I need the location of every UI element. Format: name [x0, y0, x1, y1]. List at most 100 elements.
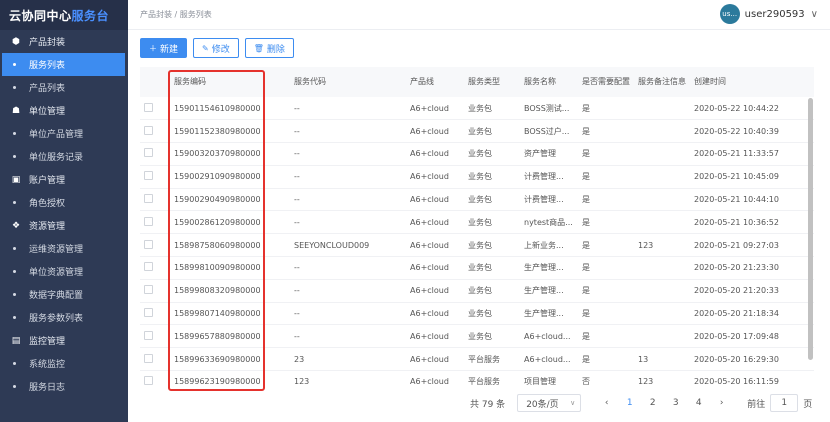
table-cell: A6+cloud: [406, 233, 464, 258]
table-cell: 15901152380980000: [170, 119, 290, 144]
table-cell: A6+cloud...: [520, 324, 578, 349]
table-row[interactable]: 15899807140980000 -- A6+cloud 业务包 生产管理... 是 20…: [140, 302, 814, 326]
sidebar-item-label: 服务列表: [29, 61, 66, 71]
table-cell: 生产管理...: [520, 256, 578, 280]
table-row[interactable]: 15899657880980000 -- A6+cloud 业务包 A6+cloud..…: [140, 324, 814, 349]
table-cell: A6+cloud: [406, 165, 464, 189]
account-icon: ▣: [11, 174, 21, 185]
sidebar-item-11[interactable]: 数据字典配置: [0, 283, 128, 306]
user-menu[interactable]: us... user290593 ∨: [719, 4, 818, 24]
row-checkbox-cell[interactable]: [140, 119, 170, 144]
row-checkbox[interactable]: [144, 330, 153, 340]
table-row[interactable]: 15901154610980000 -- A6+cloud 业务包 BOSS测试... 是…: [140, 97, 814, 121]
sidebar-group-6[interactable]: ▣ 账户管理: [0, 168, 128, 191]
sidebar-item-14[interactable]: 系统监控: [0, 352, 128, 375]
row-checkbox-cell[interactable]: [140, 210, 170, 235]
row-checkbox[interactable]: [144, 194, 153, 204]
sidebar-item-7[interactable]: 角色授权: [0, 191, 128, 214]
row-checkbox-cell[interactable]: [140, 142, 170, 166]
row-checkbox[interactable]: [144, 353, 153, 363]
row-checkbox-cell[interactable]: [140, 256, 170, 280]
table-row[interactable]: 15899808320980000 -- A6+cloud 业务包 生产管理... 是 20…: [140, 279, 814, 303]
page-size-select[interactable]: 20条/页 ∨: [517, 394, 582, 412]
row-checkbox[interactable]: [144, 148, 153, 158]
page-button-3[interactable]: 3: [664, 398, 687, 408]
table-cell: --: [290, 324, 406, 349]
row-checkbox-cell[interactable]: [140, 347, 170, 372]
table-cell: A6+cloud: [406, 210, 464, 235]
table-scrollbar[interactable]: [808, 98, 813, 360]
table-row[interactable]: 15900320370980000 -- A6+cloud 业务包 资产管理是 2020-…: [140, 142, 814, 166]
row-checkbox-cell[interactable]: [140, 188, 170, 212]
page-button-2[interactable]: 2: [641, 398, 664, 408]
table-row[interactable]: 15900291090980000 -- A6+cloud 业务包 计费管理... 是 20…: [140, 165, 814, 189]
username[interactable]: user290593: [745, 9, 805, 20]
row-checkbox[interactable]: [144, 376, 153, 385]
table-row[interactable]: 15899623190980000 123 A6+cloud 平台服务 项目管理否 123…: [140, 370, 814, 385]
row-checkbox-cell[interactable]: [140, 165, 170, 189]
row-checkbox-cell[interactable]: [140, 302, 170, 326]
table-cell: 上新业务...: [520, 233, 578, 258]
chevron-down-icon[interactable]: ∨: [811, 9, 818, 20]
sidebar-item-5[interactable]: 单位服务记录: [0, 145, 128, 168]
row-checkbox[interactable]: [144, 285, 153, 295]
new-button[interactable]: ＋新建: [140, 38, 188, 58]
table-cell: --: [290, 210, 406, 235]
table-cell: A6+cloud: [406, 279, 464, 303]
prev-page-button[interactable]: ‹: [595, 398, 618, 408]
page-button-1[interactable]: 1: [618, 398, 641, 408]
row-checkbox[interactable]: [144, 102, 153, 112]
row-checkbox-cell[interactable]: [140, 97, 170, 121]
row-checkbox[interactable]: [144, 239, 153, 249]
goto-label: 前往: [747, 399, 766, 410]
page-button-4[interactable]: 4: [687, 398, 710, 408]
row-checkbox[interactable]: [144, 308, 153, 318]
breadcrumb: 产品封装 / 服务列表: [140, 10, 212, 19]
row-checkbox-cell[interactable]: [140, 370, 170, 385]
sidebar-group-3[interactable]: ☗ 单位管理: [0, 99, 128, 122]
sidebar-item-label: 单位产品管理: [29, 130, 84, 140]
row-checkbox[interactable]: [144, 216, 153, 226]
sidebar-item-12[interactable]: 服务参数列表: [0, 306, 128, 329]
table-row[interactable]: 15898758060980000 SEEYONCLOUD009 A6+cloud 业…: [140, 233, 814, 258]
sidebar-item-4[interactable]: 单位产品管理: [0, 122, 128, 145]
table-cell: 是: [578, 97, 634, 121]
table-cell: [634, 142, 690, 166]
bullet-icon: [13, 385, 16, 388]
table-cell: 否: [578, 370, 634, 385]
row-checkbox[interactable]: [144, 171, 153, 181]
page-suffix: 页: [803, 399, 813, 410]
avatar[interactable]: us...: [719, 4, 740, 24]
table-row[interactable]: 15900286120980000 -- A6+cloud 业务包 nytest商品..…: [140, 210, 814, 235]
table-cell: 是: [578, 324, 634, 349]
table-cell: 15898758060980000: [170, 233, 290, 258]
delete-button[interactable]: 🗑 删除: [244, 38, 294, 58]
row-checkbox-cell[interactable]: [140, 279, 170, 303]
table-cell: [634, 324, 690, 349]
bullet-icon: [13, 362, 16, 365]
sidebar-item-2[interactable]: 产品列表: [0, 76, 128, 99]
sidebar-group-0[interactable]: ⬢ 产品封装: [0, 30, 128, 53]
table-cell: 15899623190980000: [170, 370, 290, 385]
row-checkbox[interactable]: [144, 262, 153, 272]
sidebar-item-9[interactable]: 运维资源管理: [0, 237, 128, 260]
sidebar-group-8[interactable]: ❖ 资源管理: [0, 214, 128, 237]
row-checkbox-cell[interactable]: [140, 233, 170, 258]
table-row[interactable]: 15899810090980000 -- A6+cloud 业务包 生产管理... 是 20…: [140, 256, 814, 280]
sidebar-item-10[interactable]: 单位资源管理: [0, 260, 128, 283]
row-checkbox[interactable]: [144, 125, 153, 135]
select-all-header[interactable]: [140, 67, 170, 97]
table-row[interactable]: 15900290490980000 -- A6+cloud 业务包 计费管理... 是 20…: [140, 188, 814, 212]
sidebar-item-1[interactable]: 服务列表: [2, 53, 125, 76]
goto-page-input[interactable]: 1: [770, 394, 799, 412]
table-row[interactable]: 15899633690980000 23 A6+cloud 平台服务 A6+cloud.…: [140, 347, 814, 372]
sidebar-group-13[interactable]: ▤ 监控管理: [0, 329, 128, 352]
pagination: 共 79 条 20条/页 ∨ ‹ 1234 › 前往 1 页: [470, 394, 812, 412]
table-cell: 2020-05-21 10:36:52: [690, 210, 814, 235]
edit-button[interactable]: ✎ 修改: [193, 38, 239, 58]
table-row[interactable]: 15901152380980000 -- A6+cloud 业务包 BOSS过户... 是…: [140, 119, 814, 144]
sidebar-item-15[interactable]: 服务日志: [0, 375, 128, 398]
row-checkbox-cell[interactable]: [140, 324, 170, 349]
table-cell: --: [290, 188, 406, 212]
next-page-button[interactable]: ›: [710, 398, 733, 408]
